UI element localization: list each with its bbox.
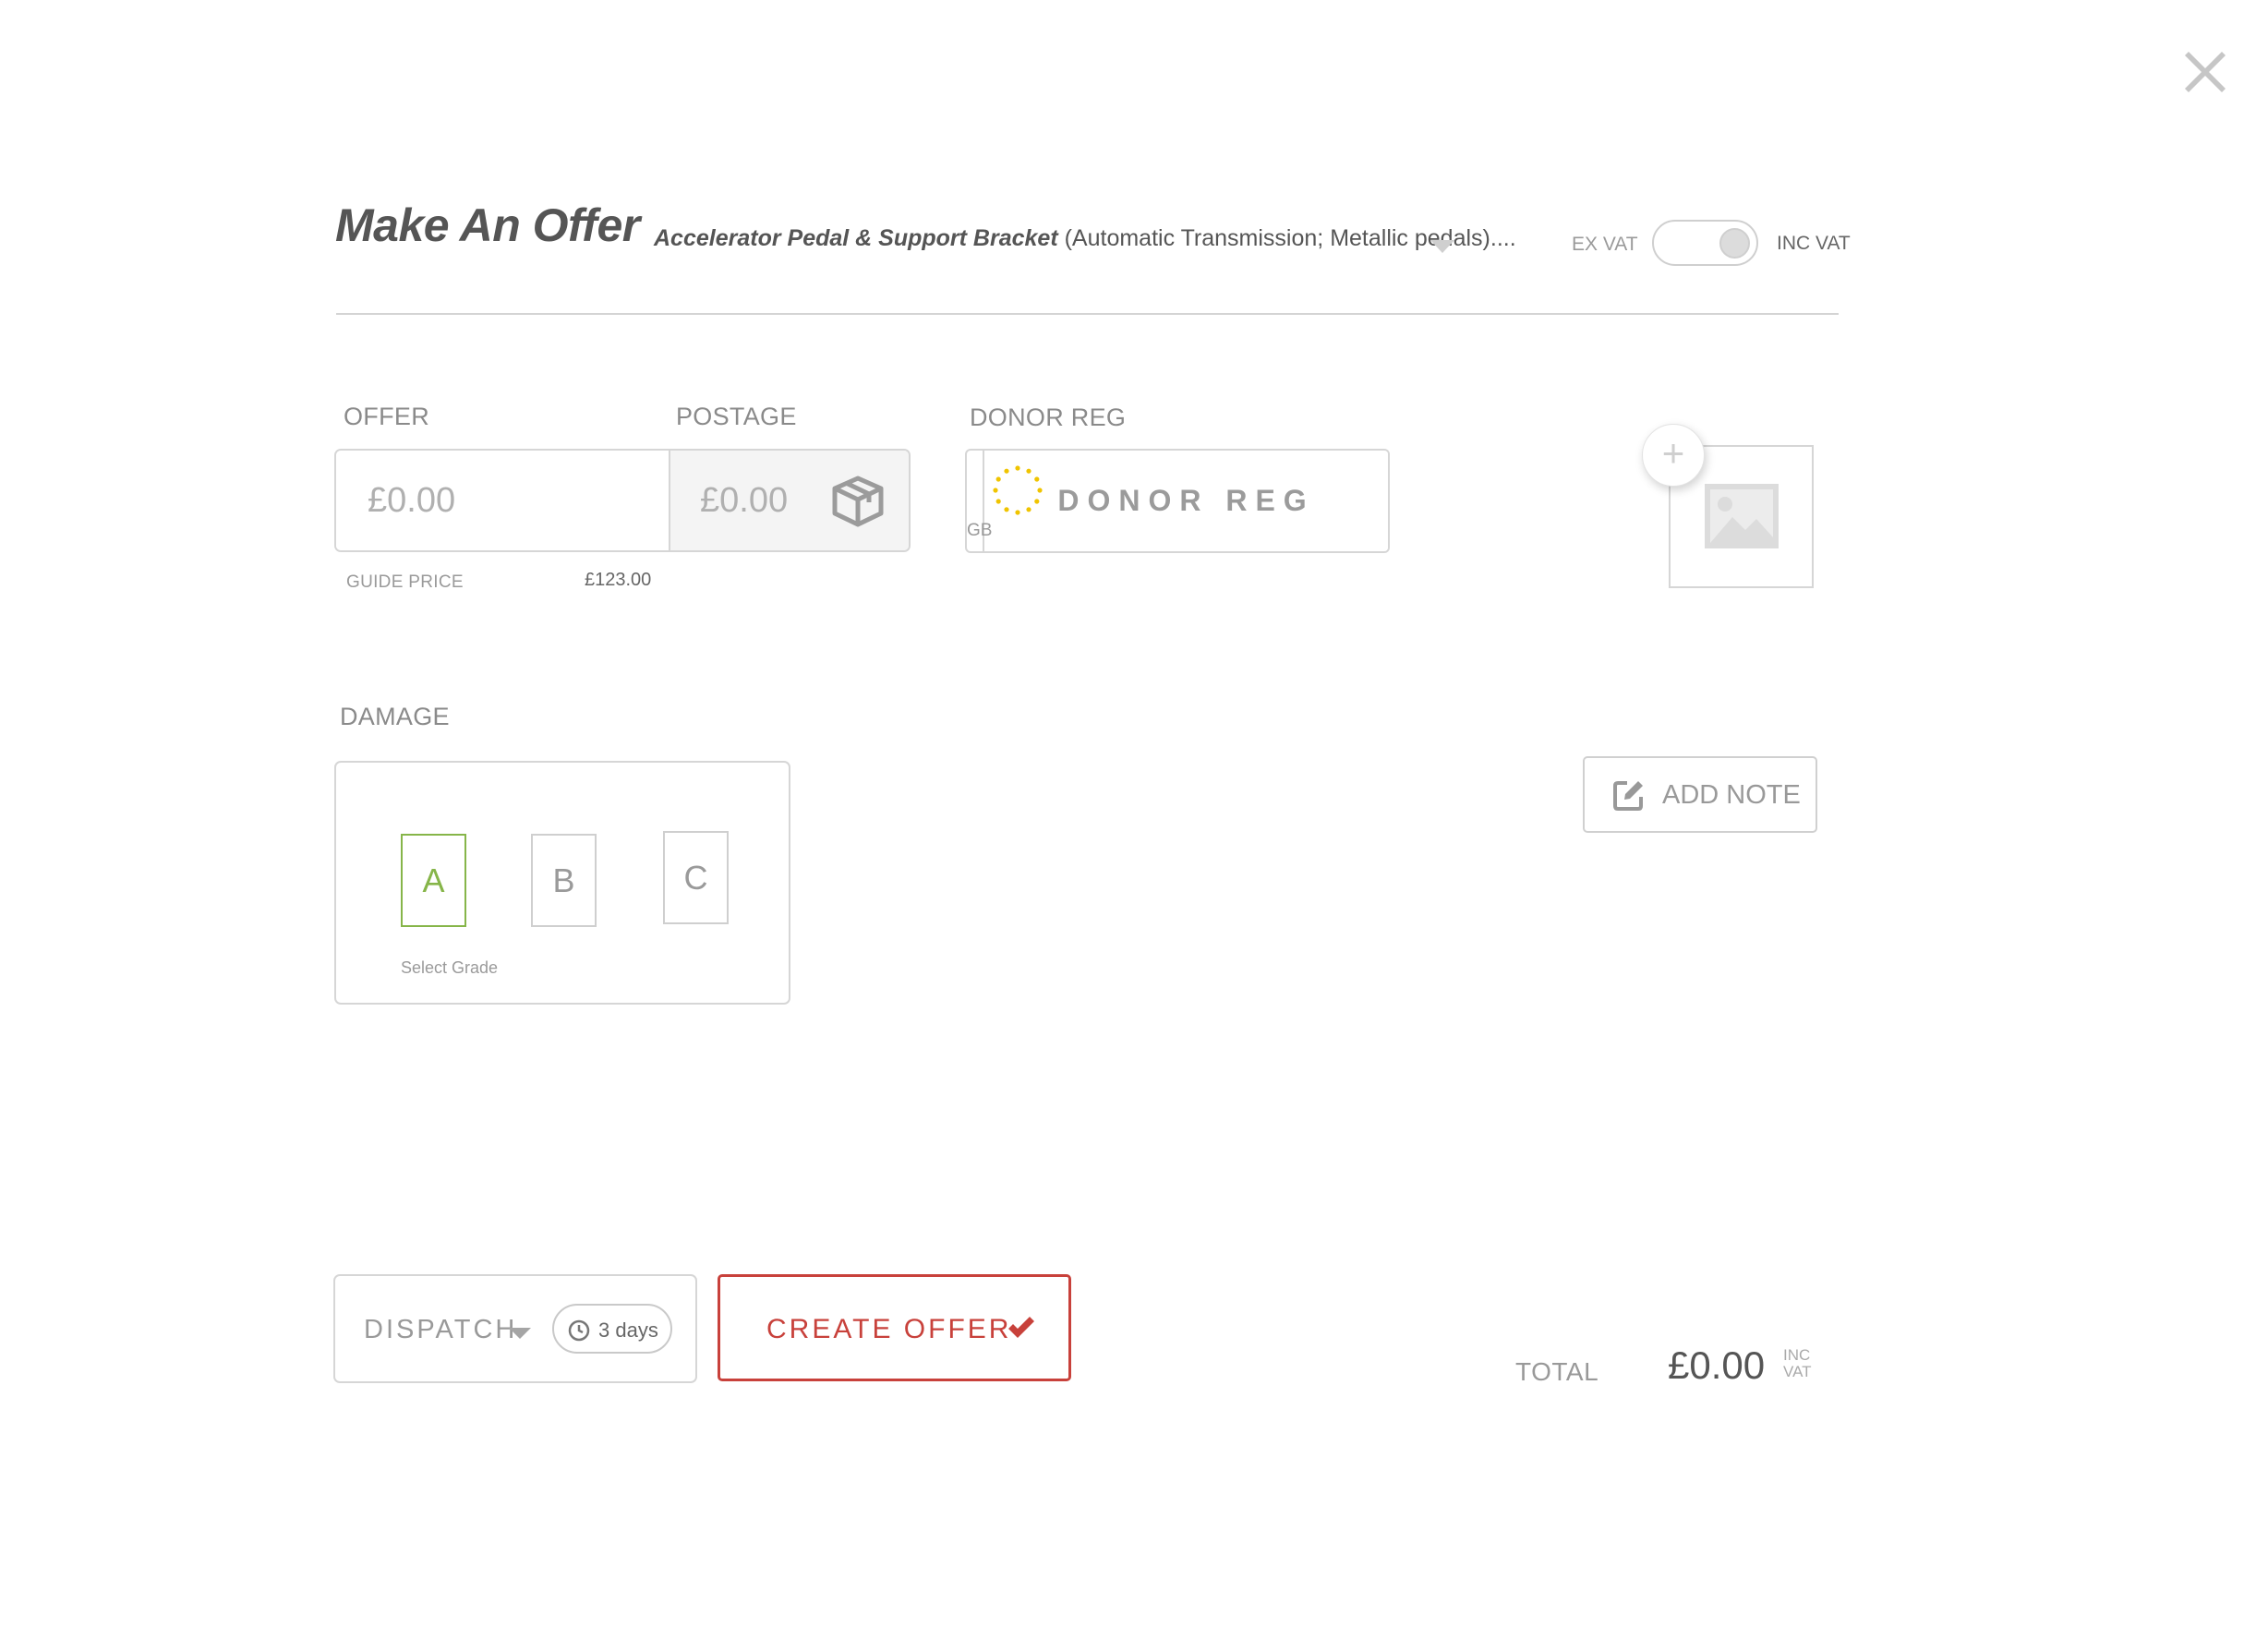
image-icon xyxy=(1705,484,1779,548)
inc-vat-label: INC VAT xyxy=(1777,233,1851,254)
donor-reg-label: DONOR REG xyxy=(970,403,1127,431)
dispatch-panel: DISPATCH 3 days xyxy=(333,1274,697,1383)
grade-a-button[interactable]: A xyxy=(401,834,466,927)
eu-stars-icon xyxy=(993,465,1043,515)
create-offer-label: CREATE OFFER xyxy=(766,1314,1012,1344)
box-icon xyxy=(832,476,884,527)
product-name: Accelerator Pedal & Support Bracket xyxy=(654,225,1058,251)
total-vat-line1: INC xyxy=(1783,1346,1811,1364)
total-value: £0.00 xyxy=(1668,1343,1766,1387)
offer-label: OFFER xyxy=(344,403,429,430)
create-offer-button[interactable]: CREATE OFFER xyxy=(718,1274,1071,1381)
check-icon xyxy=(1008,1317,1034,1338)
offer-input[interactable] xyxy=(336,451,670,550)
add-note-button[interactable]: ADD NOTE xyxy=(1583,756,1817,833)
plus-icon: + xyxy=(1661,431,1685,475)
price-group xyxy=(334,449,911,552)
dispatch-days: 3 days xyxy=(598,1319,658,1342)
postage-field xyxy=(670,451,909,550)
chevron-down-icon[interactable] xyxy=(1430,240,1454,253)
chevron-down-icon[interactable] xyxy=(509,1328,531,1339)
ex-vat-label: EX VAT xyxy=(1572,234,1638,255)
guide-price-value: £123.00 xyxy=(585,570,652,590)
close-button[interactable] xyxy=(2178,44,2233,100)
dispatch-days-pill[interactable]: 3 days xyxy=(552,1304,672,1354)
product-selector[interactable]: Accelerator Pedal & Support Bracket (Aut… xyxy=(654,225,1516,252)
damage-label: DAMAGE xyxy=(340,703,450,730)
dispatch-dropdown[interactable]: DISPATCH xyxy=(364,1315,517,1345)
add-image-button[interactable]: + xyxy=(1642,424,1705,487)
edit-icon xyxy=(1613,781,1643,811)
guide-price-label: GUIDE PRICE xyxy=(346,572,464,592)
grade-c-button[interactable]: C xyxy=(663,831,729,924)
postage-label: POSTAGE xyxy=(676,403,797,430)
donor-reg-field: GB xyxy=(965,449,1390,553)
total-vat-note: INC VAT xyxy=(1783,1347,1812,1380)
gb-badge: GB xyxy=(967,451,1043,551)
grade-b-button[interactable]: B xyxy=(531,834,597,927)
add-note-label: ADD NOTE xyxy=(1662,780,1801,810)
header-divider xyxy=(336,313,1839,315)
page-title: Make An Offer xyxy=(335,199,640,251)
toggle-knob xyxy=(1719,228,1750,259)
donor-reg-input[interactable] xyxy=(984,451,1388,551)
clock-icon xyxy=(568,1319,590,1342)
total-vat-line2: VAT xyxy=(1783,1363,1812,1380)
close-icon xyxy=(2185,52,2226,92)
select-grade-hint: Select Grade xyxy=(401,958,499,977)
vat-toggle[interactable] xyxy=(1652,220,1758,266)
country-code: GB xyxy=(967,521,993,540)
total-label: TOTAL xyxy=(1515,1357,1599,1386)
